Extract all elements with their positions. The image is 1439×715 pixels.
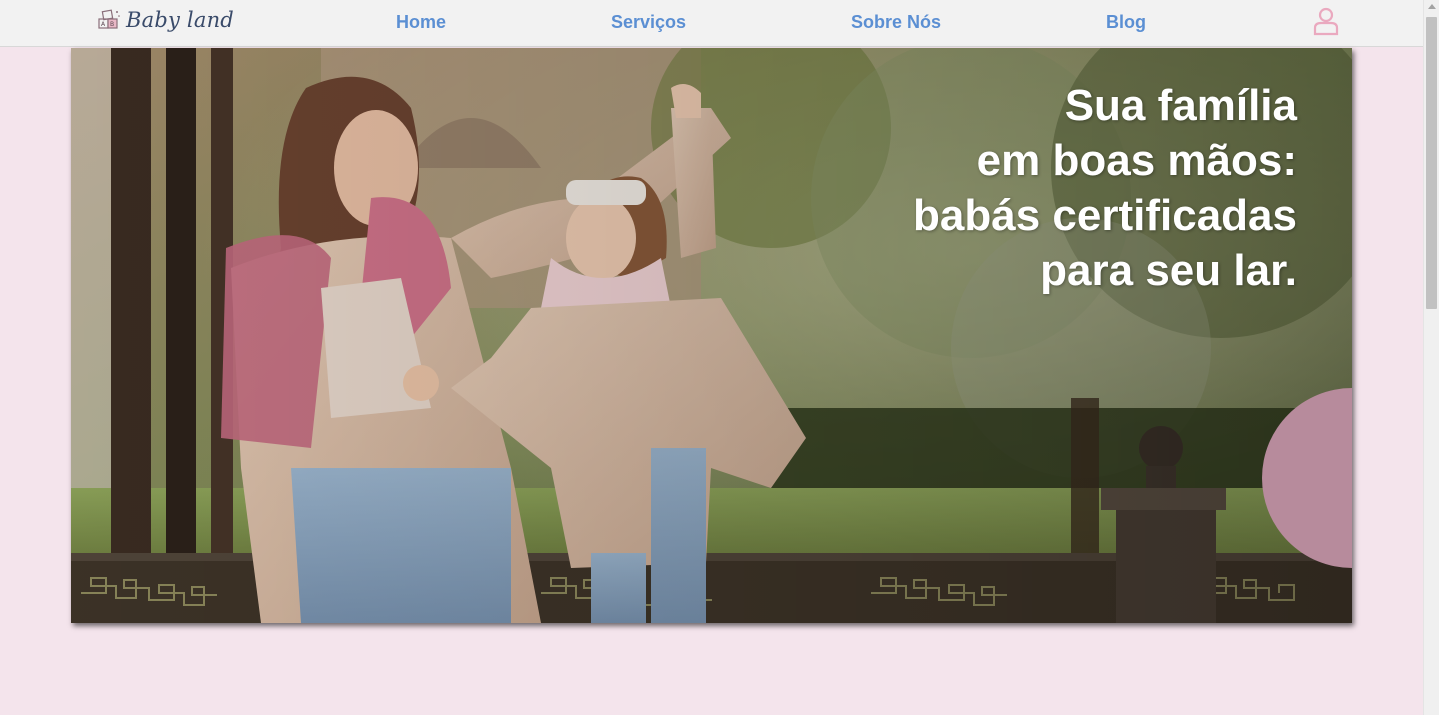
hero-headline-line-1: Sua família [1064,81,1297,130]
svg-text:B: B [110,21,114,28]
hero-headline-line-2: em boas mãos: [976,136,1297,185]
hero-banner: Sua família em boas mãos: babás certific… [71,48,1352,623]
top-navbar: B A Baby land Home Serviços Sobre Nós Bl… [0,0,1423,47]
page-scrollbar[interactable] [1423,0,1439,715]
hero-headline: Sua família em boas mãos: babás certific… [913,78,1297,298]
brand-logo[interactable]: B A Baby land [96,5,234,35]
nav-link-blog[interactable]: Blog [1106,12,1146,33]
scroll-thumb[interactable] [1426,17,1437,309]
hero-headline-line-3: babás certificadas [913,191,1297,240]
brand-name: Baby land [126,8,234,32]
toy-blocks-logo-icon: B A [98,9,120,29]
nav-link-servicos[interactable]: Serviços [611,12,686,33]
scroll-up-arrow-icon[interactable] [1428,4,1436,9]
svg-text:A: A [101,21,106,28]
user-account-icon[interactable] [1311,6,1341,36]
nav-link-home[interactable]: Home [396,12,446,33]
nav-link-sobre-nos[interactable]: Sobre Nós [851,12,941,33]
hero-headline-line-4: para seu lar. [1040,246,1297,295]
